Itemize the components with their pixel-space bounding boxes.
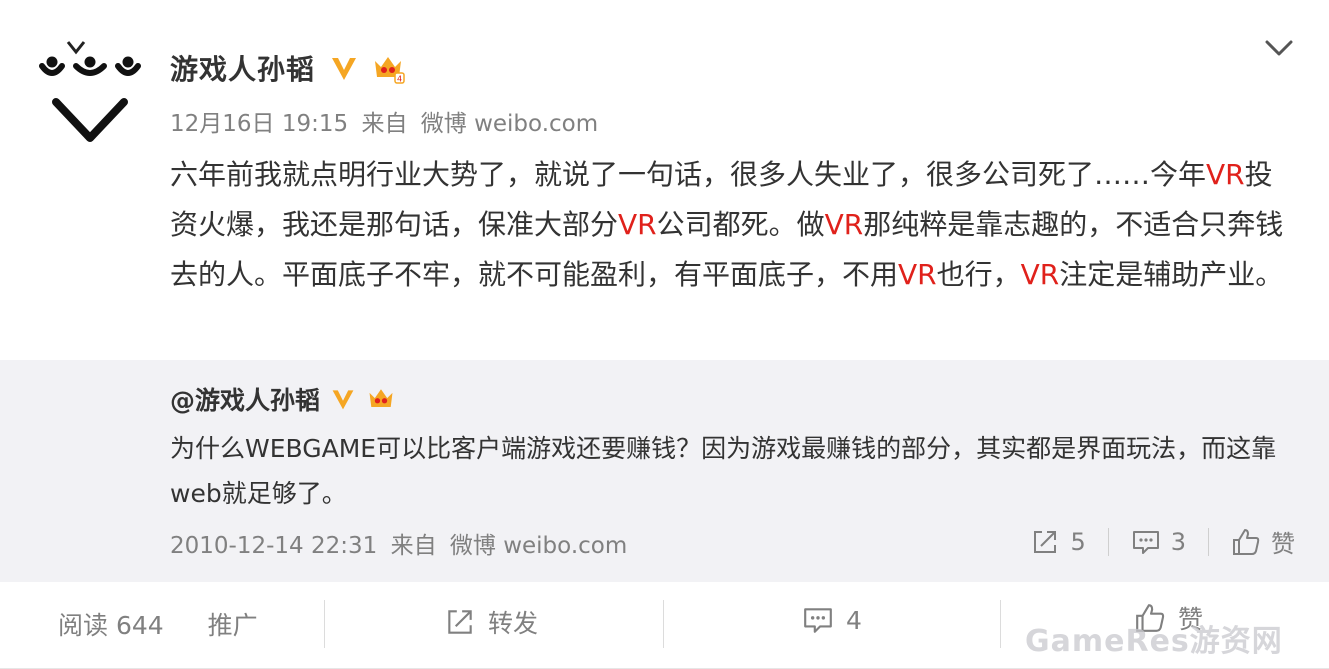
forward-icon [448,610,472,634]
highlight-keyword[interactable]: VR [898,258,937,291]
divider [663,600,664,648]
reposted-weibo[interactable]: @游戏人孙韬 为什么WEBGAME可以比客户端游戏还要赚钱？因为游戏最赚钱的部分… [0,360,1329,582]
post-text-segment: 注定是辅助产业。 [1059,258,1284,291]
comment-icon [1132,530,1159,554]
highlight-keyword[interactable]: VR [1021,258,1060,291]
divider [1107,527,1109,556]
repost-like-label: 赞 [1271,530,1295,558]
avatar[interactable] [38,40,142,148]
comment-count: 4 [846,605,862,635]
member-crown-icon[interactable]: 4 [371,51,405,85]
repost-forward-button[interactable]: 5 [1030,527,1086,557]
divider [324,600,325,648]
member-crown-icon[interactable] [366,384,396,414]
forward-button[interactable]: 转发 [444,604,538,640]
svg-text:4: 4 [397,75,402,84]
comment-button[interactable]: 4 [802,604,862,636]
highlight-keyword[interactable]: VR [618,208,657,241]
forward-icon [1034,530,1057,553]
highlight-keyword[interactable]: VR [1206,158,1245,191]
repost-date[interactable]: 2010-12-14 22:31 [170,533,377,559]
repost-comment-button[interactable]: 3 [1131,527,1186,557]
repost-author-name[interactable]: @游戏人孙韬 [170,381,320,417]
post-source[interactable]: 微博 weibo.com [421,111,598,137]
forward-label: 转发 [488,609,539,638]
post-text-segment: 六年前我就点明行业大势了，就说了一句话，很多人失业了，很多公司死了……今年 [170,158,1207,191]
repost-forward-count: 5 [1070,527,1086,556]
repost-actions: 5 3 赞 [1030,524,1295,559]
read-promote: 阅读 644 推广 [58,606,258,642]
repost-meta: 2010-12-14 22:31 来自 微博 weibo.com [170,526,633,560]
author-name[interactable]: 游戏人孙韬 [170,48,315,88]
read-count: 阅读 644 [58,611,164,640]
highlight-keyword[interactable]: VR [825,208,864,241]
repost-source[interactable]: 微博 weibo.com [450,533,627,559]
post-text-segment: 也行， [936,258,1021,291]
repost-comment-count: 3 [1170,527,1186,556]
post-meta: 12月16日 19:15 来自 微博 weibo.com [170,104,604,138]
weibo-post-card: 游戏人孙韬 4 12月16日 19:15 来自 微博 weibo.com 六年前… [0,0,1329,669]
repost-author-row: @游戏人孙韬 [170,380,396,418]
post-from-label: 来自 [361,111,408,137]
watermark: GameRes游资网 [1025,624,1283,659]
comment-icon [804,608,832,633]
divider [1000,600,1001,648]
repost-from-label: 来自 [390,533,437,559]
more-options-chevron-icon[interactable] [1263,36,1295,60]
post-text: 六年前我就点明行业大势了，就说了一句话，很多人失业了，很多公司死了……今年VR投… [170,150,1290,300]
thumbs-up-icon [1233,528,1260,555]
repost-text: 为什么WEBGAME可以比客户端游戏还要赚钱？因为游戏最赚钱的部分，其实都是界面… [170,434,1277,508]
promote-button[interactable]: 推广 [208,611,258,640]
verified-v-icon[interactable] [329,53,359,83]
author-name-row: 游戏人孙韬 4 [170,48,405,88]
divider [1208,527,1209,556]
repost-like-button[interactable]: 赞 [1231,524,1295,559]
post-date[interactable]: 12月16日 19:15 [170,111,348,137]
post-text-segment: 公司都死。做 [656,208,825,241]
verified-v-icon[interactable] [330,386,356,412]
